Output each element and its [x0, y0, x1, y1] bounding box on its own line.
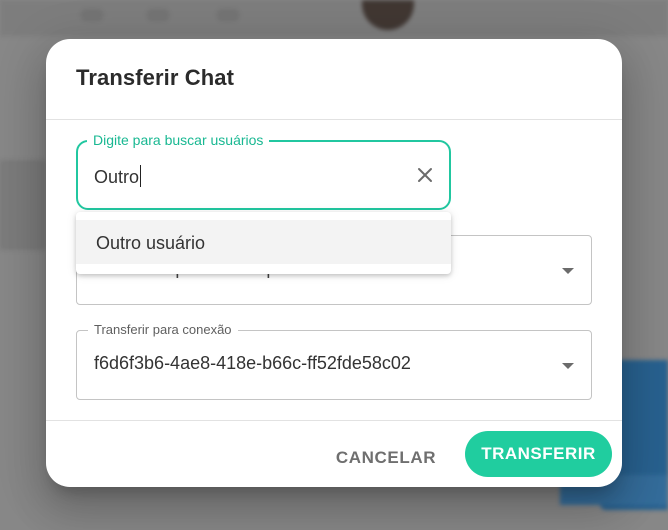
close-icon[interactable]	[416, 166, 434, 184]
dialog-title: Transferir Chat	[76, 65, 234, 90]
user-search-text: Outro	[94, 167, 140, 187]
transfer-button[interactable]: TRANSFERIR	[465, 431, 612, 477]
user-search-label: Digite para buscar usuários	[87, 132, 270, 148]
connection-label: Transferir para conexão	[88, 322, 238, 338]
transfer-chat-dialog: Transferir Chat Transferir para conexão …	[46, 39, 622, 487]
caret-down-icon[interactable]	[562, 363, 574, 369]
text-cursor	[140, 165, 142, 187]
autocomplete-option-outro-usuario[interactable]: Outro usuário	[76, 220, 451, 264]
user-search-value[interactable]: Outro	[94, 165, 142, 188]
connection-select[interactable]: Transferir para conexão f6d6f3b6-4ae8-41…	[76, 322, 592, 400]
cancel-button[interactable]: CANCELAR	[331, 435, 441, 481]
connection-value: f6d6f3b6-4ae8-418e-b66c-ff52fde58c02	[94, 353, 411, 373]
autocomplete-listbox: Outro usuário	[76, 212, 451, 274]
divider	[46, 420, 622, 421]
divider	[46, 119, 622, 120]
user-search-input[interactable]: Digite para buscar usuários Outro	[76, 132, 451, 210]
caret-down-icon[interactable]	[562, 268, 574, 274]
